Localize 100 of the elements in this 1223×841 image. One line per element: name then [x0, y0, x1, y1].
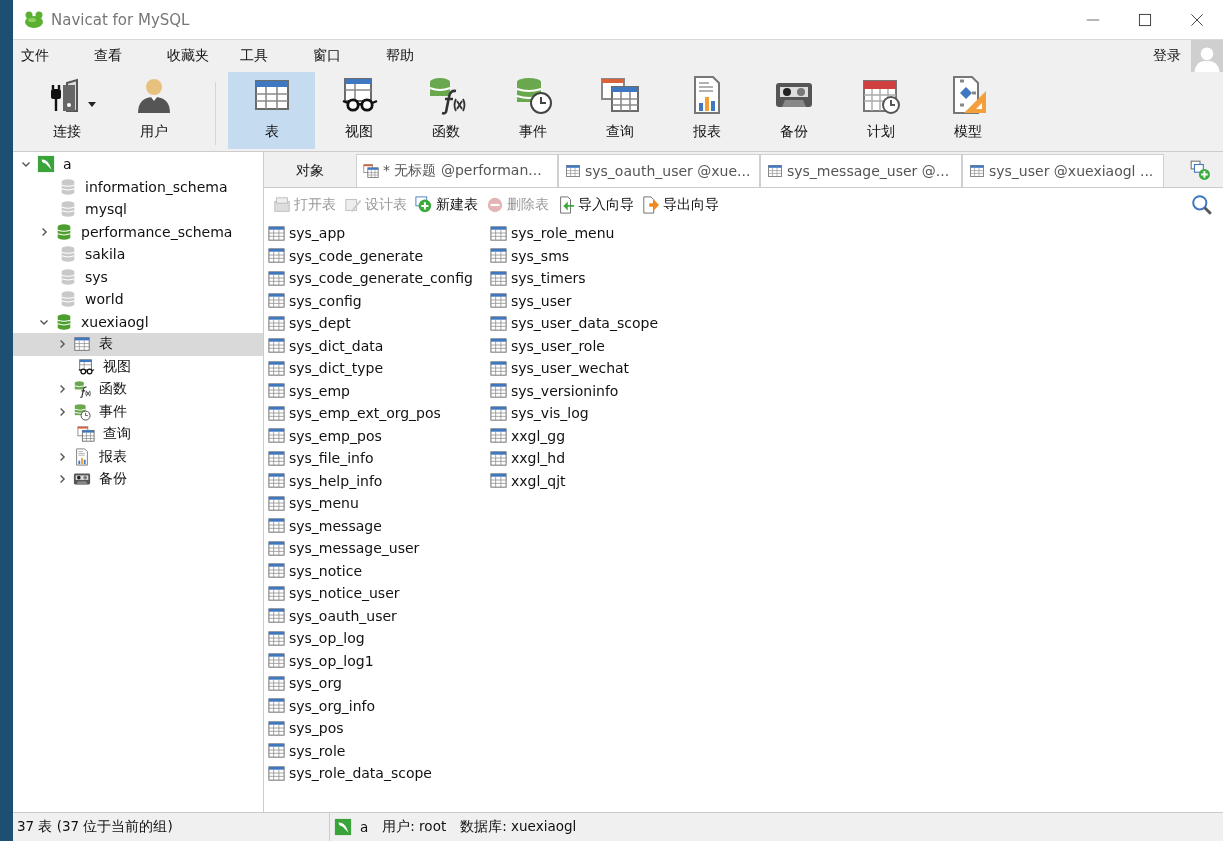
table-list-item[interactable]: xxgl_qjt	[489, 469, 711, 492]
tree-item[interactable]: sys	[13, 265, 263, 288]
table-list-item[interactable]: sys_dept	[267, 312, 489, 335]
toolbar-button[interactable]: 查询	[576, 72, 663, 149]
table-list-item[interactable]: sys_org_info	[267, 694, 489, 717]
toolbar-button[interactable]: 报表	[663, 72, 750, 149]
table-list-item[interactable]: sys_user_data_scope	[489, 312, 711, 335]
table-icon	[267, 696, 286, 716]
new-tab-icon[interactable]	[1189, 158, 1211, 181]
table-list-item[interactable]: sys_user_role	[489, 334, 711, 357]
table-list-item[interactable]: sys_emp_ext_org_pos	[267, 402, 489, 425]
toolbar-button[interactable]: 视图	[315, 72, 402, 149]
tab[interactable]: sys_oauth_user @xue...	[558, 154, 760, 187]
table-list-item[interactable]: sys_user	[489, 289, 711, 312]
table-list-item[interactable]: sys_role_data_scope	[267, 762, 489, 785]
toolbar-action-button[interactable]: 导入向导	[554, 194, 637, 216]
table-list-item[interactable]: sys_timers	[489, 267, 711, 290]
table-icon	[267, 336, 286, 356]
caret-icon[interactable]	[88, 102, 96, 107]
tree-item[interactable]: 备份	[13, 468, 263, 491]
toolbar-button[interactable]: 函数	[402, 72, 489, 149]
table-list-item[interactable]: sys_notice_user	[267, 582, 489, 605]
table-list-item[interactable]: sys_app	[267, 222, 489, 245]
table-list-item[interactable]: sys_oauth_user	[267, 604, 489, 627]
table-icon	[489, 358, 508, 378]
report-icon	[73, 447, 91, 466]
tree-item[interactable]: world	[13, 288, 263, 311]
tree-item[interactable]: 事件	[13, 400, 263, 423]
table-list-item[interactable]: xxgl_hd	[489, 447, 711, 470]
toolbar-button[interactable]: 连接	[23, 72, 110, 149]
close-icon[interactable]	[1190, 12, 1204, 27]
tree-item[interactable]: xuexiaogl	[13, 310, 263, 333]
table-list-item[interactable]: sys_message	[267, 514, 489, 537]
menu-item[interactable]: 文件	[13, 47, 86, 65]
table-list-item[interactable]: sys_code_generate	[267, 244, 489, 267]
table-list-item[interactable]: sys_pos	[267, 717, 489, 740]
table-list-item[interactable]: sys_op_log	[267, 627, 489, 650]
tab[interactable]: * 无标题 @performan...	[356, 154, 558, 187]
table-icon	[267, 606, 286, 626]
toolbar-button[interactable]: 备份	[750, 72, 837, 149]
login-link[interactable]: 登录	[1153, 47, 1181, 65]
table-list-item[interactable]: sys_emp	[267, 379, 489, 402]
table-list-item[interactable]: sys_notice	[267, 559, 489, 582]
table-list-item[interactable]: sys_role	[267, 739, 489, 762]
table-list-item[interactable]: sys_vis_log	[489, 402, 711, 425]
tree-item[interactable]: information_schema	[13, 175, 263, 198]
tree-item[interactable]: 报表	[13, 445, 263, 468]
menu-item[interactable]: 收藏夹	[159, 47, 232, 65]
table-icon	[267, 493, 286, 513]
table-list-item[interactable]: sys_sms	[489, 244, 711, 267]
table-icon	[565, 163, 581, 179]
toolbar-button[interactable]: 事件	[489, 72, 576, 149]
toolbar-button[interactable]: 用户	[110, 72, 197, 149]
tree-item[interactable]: a	[13, 153, 263, 176]
table-icon	[267, 268, 286, 288]
table-list-item[interactable]: sys_code_generate_config	[267, 267, 489, 290]
menu-item[interactable]: 查看	[86, 47, 159, 65]
table-list-item[interactable]: sys_config	[267, 289, 489, 312]
table-list-item[interactable]: sys_dict_type	[267, 357, 489, 380]
table-icon	[267, 763, 286, 783]
menu-item[interactable]: 工具	[232, 47, 305, 65]
toolbar-button[interactable]: 表	[228, 72, 315, 149]
table-list-item[interactable]: sys_org	[267, 672, 489, 695]
table-icon	[767, 163, 783, 179]
search-icon[interactable]	[1191, 194, 1213, 216]
toolbar-action-button[interactable]: 新建表	[412, 194, 481, 216]
toolbar-button[interactable]: 计划	[837, 72, 924, 149]
table-list-item[interactable]: sys_message_user	[267, 537, 489, 560]
tree-item[interactable]: mysql	[13, 198, 263, 221]
table-list-item[interactable]: sys_file_info	[267, 447, 489, 470]
menu-item[interactable]: 帮助	[378, 47, 451, 65]
table-list-item[interactable]: sys_emp_pos	[267, 424, 489, 447]
table-list-item[interactable]: sys_help_info	[267, 469, 489, 492]
table-icon	[267, 516, 286, 536]
table-list-item[interactable]: sys_role_menu	[489, 222, 711, 245]
table-list-item[interactable]: xxgl_gg	[489, 424, 711, 447]
table-list-item[interactable]: sys_versioninfo	[489, 379, 711, 402]
table-icon	[267, 673, 286, 693]
query-icon	[599, 75, 640, 115]
table-list-item[interactable]: sys_op_log1	[267, 649, 489, 672]
table-list-item[interactable]: sys_dict_data	[267, 334, 489, 357]
window-title: Navicat for MySQL	[51, 10, 191, 29]
table-icon	[489, 448, 508, 468]
table-list-item[interactable]: sys_menu	[267, 492, 489, 515]
menu-item[interactable]: 窗口	[305, 47, 378, 65]
toolbar-button[interactable]: 模型	[924, 72, 1011, 149]
tab[interactable]: sys_user @xuexiaogl ...	[962, 154, 1164, 187]
tab[interactable]: sys_message_user @...	[760, 154, 962, 187]
tree-item[interactable]: performance_schema	[13, 220, 263, 243]
table-icon	[267, 448, 286, 468]
toolbar-action-button[interactable]: 导出向导	[639, 194, 722, 216]
tree-item[interactable]: 函数	[13, 378, 263, 401]
tree-item[interactable]: 视图	[13, 355, 263, 378]
table-list-item[interactable]: sys_user_wechat	[489, 357, 711, 380]
table-icon	[73, 335, 91, 354]
tree-item[interactable]: 查询	[13, 423, 263, 446]
tree-item[interactable]: sakila	[13, 243, 263, 266]
tree-item[interactable]: 表	[13, 333, 263, 356]
maximize-icon[interactable]	[1138, 12, 1152, 27]
table-icon	[267, 291, 286, 311]
